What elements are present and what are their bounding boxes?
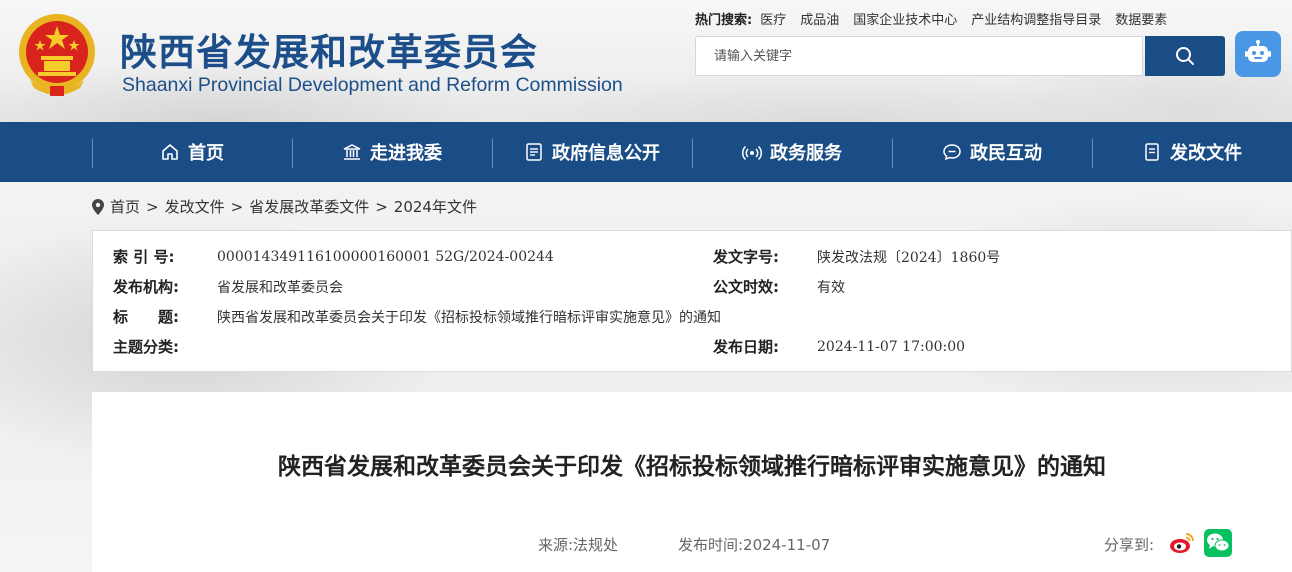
nav-item-services[interactable]: 政务服务 xyxy=(692,122,892,182)
site-title-en: Shaanxi Provincial Development and Refor… xyxy=(122,74,623,96)
breadcrumb-separator: > xyxy=(146,197,159,216)
hot-link-tech-center[interactable]: 国家企业技术中心 xyxy=(853,9,957,28)
nav-item-documents[interactable]: 发改文件 xyxy=(1092,122,1292,182)
file-icon xyxy=(1145,143,1159,161)
publisher-label: 发布机构: xyxy=(113,278,179,296)
index-label: 索 引 号: xyxy=(113,248,175,266)
document-source: 来源:法规处 xyxy=(538,536,619,554)
nav-label: 政务服务 xyxy=(770,143,842,164)
share-label: 分享到: xyxy=(1104,536,1155,554)
index-value: 000014349116100000160001 52G/2024-00244 xyxy=(217,249,554,265)
nav-label: 发改文件 xyxy=(1170,143,1242,164)
share-weibo-button[interactable] xyxy=(1168,529,1196,557)
breadcrumb-provincial-docs[interactable]: 省发展改革委文件 xyxy=(249,196,369,217)
document-title: 陕西省发展和改革委员会关于印发《招标投标领域推行暗标评审实施意见》的通知 xyxy=(278,454,1106,480)
nav-item-gov-info[interactable]: 政府信息公开 xyxy=(492,122,692,182)
hot-search-label: 热门搜索: xyxy=(695,13,753,28)
hot-link-data-elements[interactable]: 数据要素 xyxy=(1115,9,1167,28)
validity-value: 有效 xyxy=(817,280,845,296)
breadcrumb-documents[interactable]: 发改文件 xyxy=(165,196,225,217)
document-list-icon xyxy=(526,143,542,161)
date-label: 发布日期: xyxy=(713,338,779,356)
publisher-value: 省发展和改革委员会 xyxy=(217,280,343,296)
topic-label: 主题分类: xyxy=(113,338,179,356)
signal-icon xyxy=(742,145,762,161)
validity-label: 公文时效: xyxy=(713,278,779,296)
title-label: 标 题: xyxy=(113,308,179,326)
date-value: 2024-11-07 17:00:00 xyxy=(817,339,966,355)
wechat-icon xyxy=(1207,533,1230,552)
hot-search: 热门搜索: 医疗 成品油 国家企业技术中心 产业结构调整指导目录 数据要素 xyxy=(695,9,1167,28)
nav-item-about[interactable]: 走进我委 xyxy=(292,122,492,182)
search-button[interactable] xyxy=(1145,36,1225,76)
nav-label: 政府信息公开 xyxy=(552,143,660,164)
nav-label: 首页 xyxy=(188,143,224,164)
title-value: 陕西省发展和改革委员会关于印发《招标投标领域推行暗标评审实施意见》的通知 xyxy=(217,310,721,326)
home-icon xyxy=(162,144,178,160)
nav-item-home[interactable]: 首页 xyxy=(92,122,292,182)
main-nav: 首页 走进我委 政府信息公开 政务服务 政民互动 发改文件 xyxy=(0,122,1292,182)
location-pin-icon xyxy=(92,198,104,215)
national-emblem-icon xyxy=(16,10,98,98)
nav-label: 走进我委 xyxy=(370,143,442,164)
site-title-cn[interactable]: 陕西省发展和改革委员会 xyxy=(120,22,538,76)
share-wechat-button[interactable] xyxy=(1204,529,1232,557)
nav-label: 政民互动 xyxy=(970,143,1042,164)
hot-link-medical[interactable]: 医疗 xyxy=(760,9,786,28)
hot-link-oil[interactable]: 成品油 xyxy=(800,9,839,28)
robot-icon xyxy=(1245,40,1271,62)
doc-no-label: 发文字号: xyxy=(713,248,779,266)
search-input[interactable] xyxy=(714,48,1124,64)
hot-link-industry-catalog[interactable]: 产业结构调整指导目录 xyxy=(971,9,1101,28)
ai-assistant-button[interactable] xyxy=(1235,31,1281,77)
breadcrumb-separator: > xyxy=(230,197,244,216)
document-content: 陕西省发展和改革委员会关于印发《招标投标领域推行暗标评审实施意见》的通知 来源:… xyxy=(92,392,1292,572)
search-icon xyxy=(1176,47,1194,65)
breadcrumb-2024[interactable]: 2024年文件 xyxy=(394,196,477,217)
breadcrumb-home[interactable]: 首页 xyxy=(110,196,140,217)
chat-icon xyxy=(943,144,961,161)
weibo-icon xyxy=(1170,533,1194,553)
breadcrumb-separator: > xyxy=(375,197,388,216)
breadcrumb: 首页 > 发改文件 > 省发展改革委文件 > 2024年文件 xyxy=(92,196,477,217)
info-index: 索 引 号: xyxy=(113,246,174,267)
nav-item-interaction[interactable]: 政民互动 xyxy=(892,122,1092,182)
search-box xyxy=(695,36,1143,76)
building-icon xyxy=(343,144,361,160)
document-publish-time: 发布时间:2024-11-07 xyxy=(678,536,831,554)
document-info-box: 索 引 号: 000014349116100000160001 52G/2024… xyxy=(92,230,1292,372)
doc-no-value: 陕发改法规〔2024〕1860号 xyxy=(817,250,1001,266)
